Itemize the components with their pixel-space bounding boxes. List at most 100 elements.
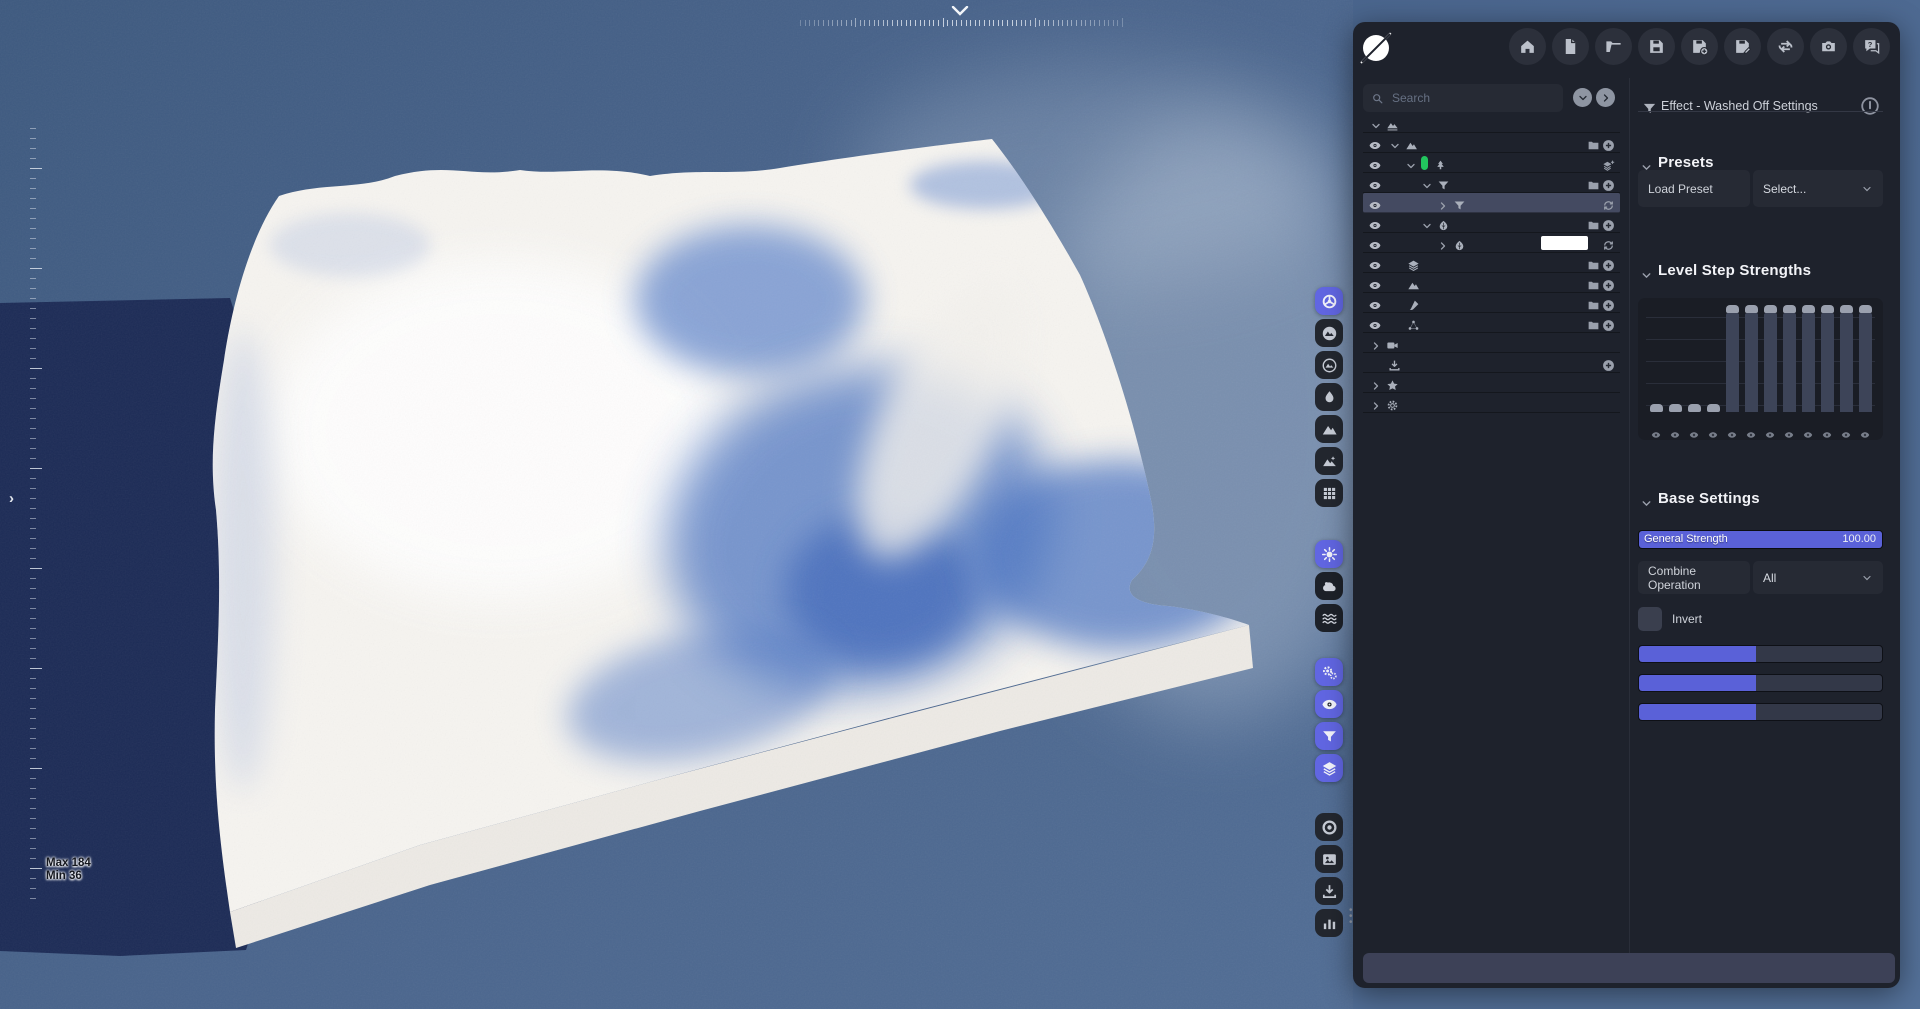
search-input[interactable]	[1390, 90, 1555, 106]
layers-plus-button[interactable]	[1602, 157, 1615, 171]
filters-button[interactable]	[1315, 722, 1343, 750]
rebuild-button[interactable]	[1767, 28, 1804, 65]
tree-collapse-chevron[interactable]	[1405, 157, 1417, 169]
folder-button[interactable]	[1587, 177, 1600, 190]
level-eye-toggle[interactable]	[1841, 426, 1852, 438]
level-bar-handle[interactable]	[1820, 305, 1834, 313]
download-button[interactable]	[1315, 877, 1343, 905]
tree-expand-chevron[interactable]	[1437, 197, 1449, 210]
level-eye-toggle[interactable]	[1860, 426, 1871, 438]
level-bar-handle[interactable]	[1706, 404, 1720, 412]
panel-drag-handle[interactable]: • • •	[1349, 906, 1353, 928]
open-project-button[interactable]	[1595, 28, 1632, 65]
load-preset-dropdown[interactable]: Select...	[1753, 170, 1883, 207]
combine-operation-dropdown[interactable]: All	[1753, 561, 1883, 594]
clouds-button[interactable]	[1315, 572, 1343, 600]
level-eye-toggle[interactable]	[1765, 426, 1776, 438]
tree-row-global[interactable]	[1363, 153, 1620, 173]
refresh-button[interactable]	[1602, 237, 1615, 250]
visibility-eye-icon[interactable]	[1368, 277, 1382, 290]
image-export-button[interactable]	[1315, 845, 1343, 873]
tree-row-biomes[interactable]	[1363, 133, 1620, 153]
tree-collapse-chevron[interactable]	[1389, 137, 1401, 149]
level-eye-toggle[interactable]	[1727, 426, 1738, 438]
level-eye-toggle[interactable]	[1746, 426, 1757, 438]
folder-button[interactable]	[1587, 317, 1600, 330]
level-bar[interactable]	[1839, 313, 1853, 412]
level-bar[interactable]	[1744, 313, 1758, 412]
tree-row-materials[interactable]	[1363, 213, 1620, 233]
tree-row-export[interactable]	[1363, 353, 1620, 373]
base-settings-section-header[interactable]: Base Settings	[1638, 490, 1883, 510]
mountain-view-button[interactable]	[1315, 415, 1343, 443]
folder-button[interactable]	[1587, 257, 1600, 270]
record-button[interactable]	[1315, 813, 1343, 841]
visibility-eye-icon[interactable]	[1368, 297, 1382, 310]
view-gizmo-button[interactable]	[1315, 287, 1343, 315]
screenshot-button[interactable]	[1810, 28, 1847, 65]
level-eye-toggle[interactable]	[1784, 426, 1795, 438]
tree-row-mask-layers[interactable]	[1363, 293, 1620, 313]
tree-row-effect-washed-off[interactable]	[1363, 193, 1620, 213]
tree-row-color[interactable]	[1363, 233, 1620, 253]
level-bar[interactable]	[1763, 313, 1777, 412]
level-eye-toggle[interactable]	[1708, 426, 1719, 438]
terrain-effects-button[interactable]	[1315, 447, 1343, 475]
tree-row-presets[interactable]	[1363, 373, 1620, 393]
water-button[interactable]	[1315, 383, 1343, 411]
tree-collapse-chevron[interactable]	[1421, 177, 1433, 189]
save-edit-button[interactable]	[1724, 28, 1761, 65]
invert-checkbox[interactable]	[1638, 607, 1662, 631]
visibility-button[interactable]	[1315, 690, 1343, 718]
level-bar-handle[interactable]	[1649, 404, 1663, 412]
plus-button[interactable]	[1602, 137, 1615, 151]
lighting-button[interactable]	[1315, 540, 1343, 568]
level-bar-handle[interactable]	[1801, 305, 1815, 313]
level-eye-toggle[interactable]	[1670, 426, 1681, 438]
level-bar-handle[interactable]	[1725, 305, 1739, 313]
new-file-button[interactable]	[1552, 28, 1589, 65]
level-eye-toggle[interactable]	[1651, 426, 1662, 438]
settings-toggle-button[interactable]	[1859, 95, 1881, 117]
refresh-button[interactable]	[1602, 197, 1615, 210]
tree-row-simulation-layers[interactable]	[1363, 313, 1620, 333]
search-box[interactable]	[1363, 84, 1563, 112]
tree-collapse-chevron[interactable]	[1421, 217, 1433, 229]
rotation-slider[interactable]	[1638, 645, 1883, 663]
tree-row-terrain[interactable]	[1363, 113, 1620, 133]
save-button[interactable]	[1638, 28, 1675, 65]
visibility-eye-icon[interactable]	[1368, 257, 1382, 270]
level-bar-handle[interactable]	[1763, 305, 1777, 313]
help-button[interactable]: ?	[1853, 28, 1890, 65]
tree-expand-chevron[interactable]	[1370, 337, 1382, 350]
length-slider[interactable]	[1638, 674, 1883, 692]
visibility-eye-icon[interactable]	[1368, 217, 1382, 230]
visibility-eye-icon[interactable]	[1368, 177, 1382, 190]
expand-all-button[interactable]	[1596, 88, 1615, 107]
coarse-slider[interactable]	[1638, 703, 1883, 721]
collapse-all-button[interactable]	[1573, 88, 1592, 107]
tree-expand-chevron[interactable]	[1370, 397, 1382, 410]
level-bar[interactable]	[1820, 313, 1834, 412]
plus-button[interactable]	[1602, 277, 1615, 291]
visibility-eye-icon[interactable]	[1368, 157, 1382, 170]
folder-button[interactable]	[1587, 217, 1600, 230]
tree-row-biome-layers[interactable]	[1363, 253, 1620, 273]
left-panel-expand-arrow[interactable]: ›	[9, 490, 14, 507]
tree-row-filters[interactable]	[1363, 173, 1620, 193]
plus-button[interactable]	[1602, 317, 1615, 331]
viewport-3d[interactable]: Max 184 Min 36 ›	[0, 0, 1353, 1009]
tree-expand-chevron[interactable]	[1437, 237, 1449, 250]
level-step-strengths-chart[interactable]	[1638, 298, 1883, 440]
level-bar-handle[interactable]	[1858, 305, 1872, 313]
level-bar-handle[interactable]	[1839, 305, 1853, 313]
general-strength-slider[interactable]: General Strength 100.00	[1638, 530, 1883, 549]
tree-collapse-chevron[interactable]	[1370, 117, 1382, 129]
level-bar[interactable]	[1725, 313, 1739, 412]
save-as-button[interactable]	[1681, 28, 1718, 65]
level-eye-toggle[interactable]	[1822, 426, 1833, 438]
level-bar[interactable]	[1782, 313, 1796, 412]
level-bar[interactable]	[1801, 313, 1815, 412]
level-bar-handle[interactable]	[1782, 305, 1796, 313]
app-logo[interactable]	[1360, 32, 1392, 64]
